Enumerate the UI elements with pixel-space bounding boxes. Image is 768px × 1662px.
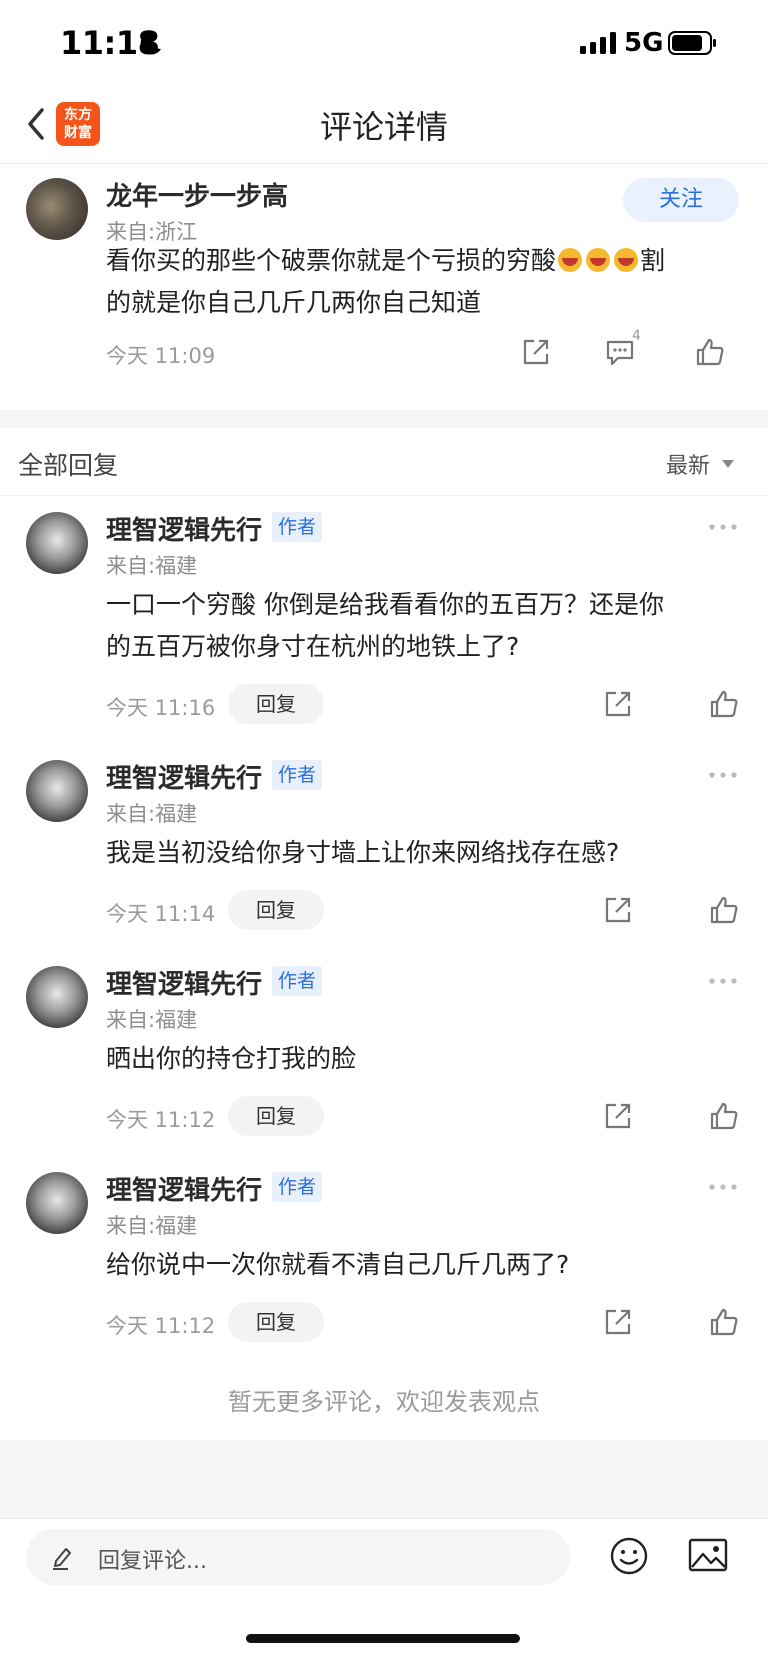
reply-text: 晒出你的持仓打我的脸: [106, 1044, 357, 1073]
author-badge: 作者: [272, 512, 323, 542]
reply-location: 来自:福建: [106, 554, 198, 578]
reply-location: 来自:福建: [106, 802, 198, 826]
more-icon[interactable]: [708, 770, 738, 780]
share-icon[interactable]: [520, 336, 552, 368]
reply-timestamp: 今天 11:12: [106, 1108, 216, 1132]
reply-text-line1: 一口一个穷酸 你倒是给我看看你的五百万？还是你: [106, 590, 664, 619]
status-bar: 11:18 5G: [0, 0, 768, 88]
reply-item: 理智逻辑先行 作者 来自:福建 一口一个穷酸 你倒是给我看看你的五百万？还是你 …: [0, 496, 768, 724]
share-icon[interactable]: [602, 894, 634, 926]
reply-timestamp: 今天 11:12: [106, 1314, 216, 1338]
replies-title: 全部回复: [18, 451, 119, 480]
comment-count: 4: [632, 328, 641, 344]
moon-icon: [140, 32, 161, 55]
bottom-spacer: [0, 1440, 768, 1518]
signal-icon: [580, 32, 616, 54]
caret-down-icon[interactable]: [722, 460, 734, 468]
reply-username[interactable]: 理智逻辑先行: [106, 510, 262, 547]
network-label: 5G: [624, 28, 664, 58]
reply-text: 我是当初没给你身寸墙上让你来网络找存在感?: [106, 838, 620, 867]
avatar[interactable]: [26, 512, 88, 574]
reply-item: 理智逻辑先行 作者 来自:福建 给你说中一次你就看不清自己几斤几两了? 今天 1…: [0, 1164, 768, 1354]
reply-input[interactable]: 回复评论...: [26, 1529, 570, 1585]
reply-location: 来自:福建: [106, 1214, 198, 1238]
reply-button[interactable]: 回复: [228, 890, 324, 930]
comment-text-line1-end: 割: [640, 246, 666, 275]
author-badge: 作者: [272, 1172, 323, 1202]
section-divider: [0, 410, 768, 428]
share-icon[interactable]: [602, 688, 634, 720]
reply-timestamp: 今天 11:16: [106, 696, 216, 720]
battery-icon: [668, 31, 716, 55]
more-icon[interactable]: [708, 522, 738, 532]
emoji-icon[interactable]: [608, 1535, 650, 1577]
more-icon[interactable]: [708, 1182, 738, 1192]
avatar[interactable]: [26, 178, 88, 240]
reply-button[interactable]: 回复: [228, 1096, 324, 1136]
reply-text: 一口一个穷酸 你倒是给我看看你的五百万？还是你 的五百万被你身寸在杭州的地铁上了…: [106, 584, 726, 668]
comment-username[interactable]: 龙年一步一步高: [106, 176, 288, 213]
page-title: 评论详情: [319, 108, 448, 146]
avatar[interactable]: [26, 760, 88, 822]
like-icon[interactable]: [708, 1306, 740, 1338]
avatar[interactable]: [26, 1172, 88, 1234]
image-icon[interactable]: [688, 1537, 728, 1573]
reply-button[interactable]: 回复: [228, 684, 324, 724]
like-icon[interactable]: [708, 688, 740, 720]
reply-location: 来自:福建: [106, 1008, 198, 1032]
reply-item: 理智逻辑先行 作者 来自:福建 晒出你的持仓打我的脸 今天 11:12 回复: [0, 958, 768, 1148]
reply-placeholder: 回复评论...: [98, 1549, 207, 1574]
like-icon[interactable]: [694, 336, 726, 368]
reply-button[interactable]: 回复: [228, 1302, 324, 1342]
sort-dropdown[interactable]: 最新: [666, 448, 710, 480]
laughing-emoji-icon: [586, 248, 611, 272]
share-icon[interactable]: [602, 1100, 634, 1132]
comment-text: 看你买的那些个破票你就是个亏损的穷酸 割 的就是你自己几斤几两你自己知道: [106, 240, 726, 324]
comment-text-line2: 的就是你自己几斤几两你自己知道: [106, 288, 482, 317]
reply-username[interactable]: 理智逻辑先行: [106, 758, 262, 795]
reply-text-line2: 的五百万被你身寸在杭州的地铁上了?: [106, 632, 520, 661]
avatar[interactable]: [26, 966, 88, 1028]
main-comment: 龙年一步一步高 来自:浙江 关注 看你买的那些个破票你就是个亏损的穷酸割 的就是…: [0, 164, 768, 410]
like-icon[interactable]: [708, 1100, 740, 1132]
follow-button[interactable]: 关注: [623, 178, 739, 222]
like-icon[interactable]: [708, 894, 740, 926]
author-badge: 作者: [272, 966, 323, 996]
comment-text-line1: 看你买的那些个破票你就是个亏损的穷酸: [106, 246, 557, 275]
reply-timestamp: 今天 11:14: [106, 902, 216, 926]
nav-bar: 东方 财富 评论详情: [0, 88, 768, 164]
reply-text: 给你说中一次你就看不清自己几斤几两了?: [106, 1250, 570, 1279]
home-indicator: [246, 1634, 520, 1643]
reply-item: 理智逻辑先行 作者 来自:福建 我是当初没给你身寸墙上让你来网络找存在感? 今天…: [0, 752, 768, 942]
reply-username[interactable]: 理智逻辑先行: [106, 964, 262, 1001]
more-icon[interactable]: [708, 976, 738, 986]
no-more-comments-note: 暂无更多评论，欢迎发表观点: [228, 1388, 540, 1416]
comment-timestamp: 今天 11:09: [106, 344, 216, 368]
laughing-emoji-icon: [558, 248, 583, 272]
reply-username[interactable]: 理智逻辑先行: [106, 1170, 262, 1207]
pencil-icon: [53, 1548, 71, 1570]
author-badge: 作者: [272, 760, 323, 790]
share-icon[interactable]: [602, 1306, 634, 1338]
laughing-emoji-icon: [614, 248, 639, 272]
replies-header: 全部回复 最新: [0, 428, 768, 496]
